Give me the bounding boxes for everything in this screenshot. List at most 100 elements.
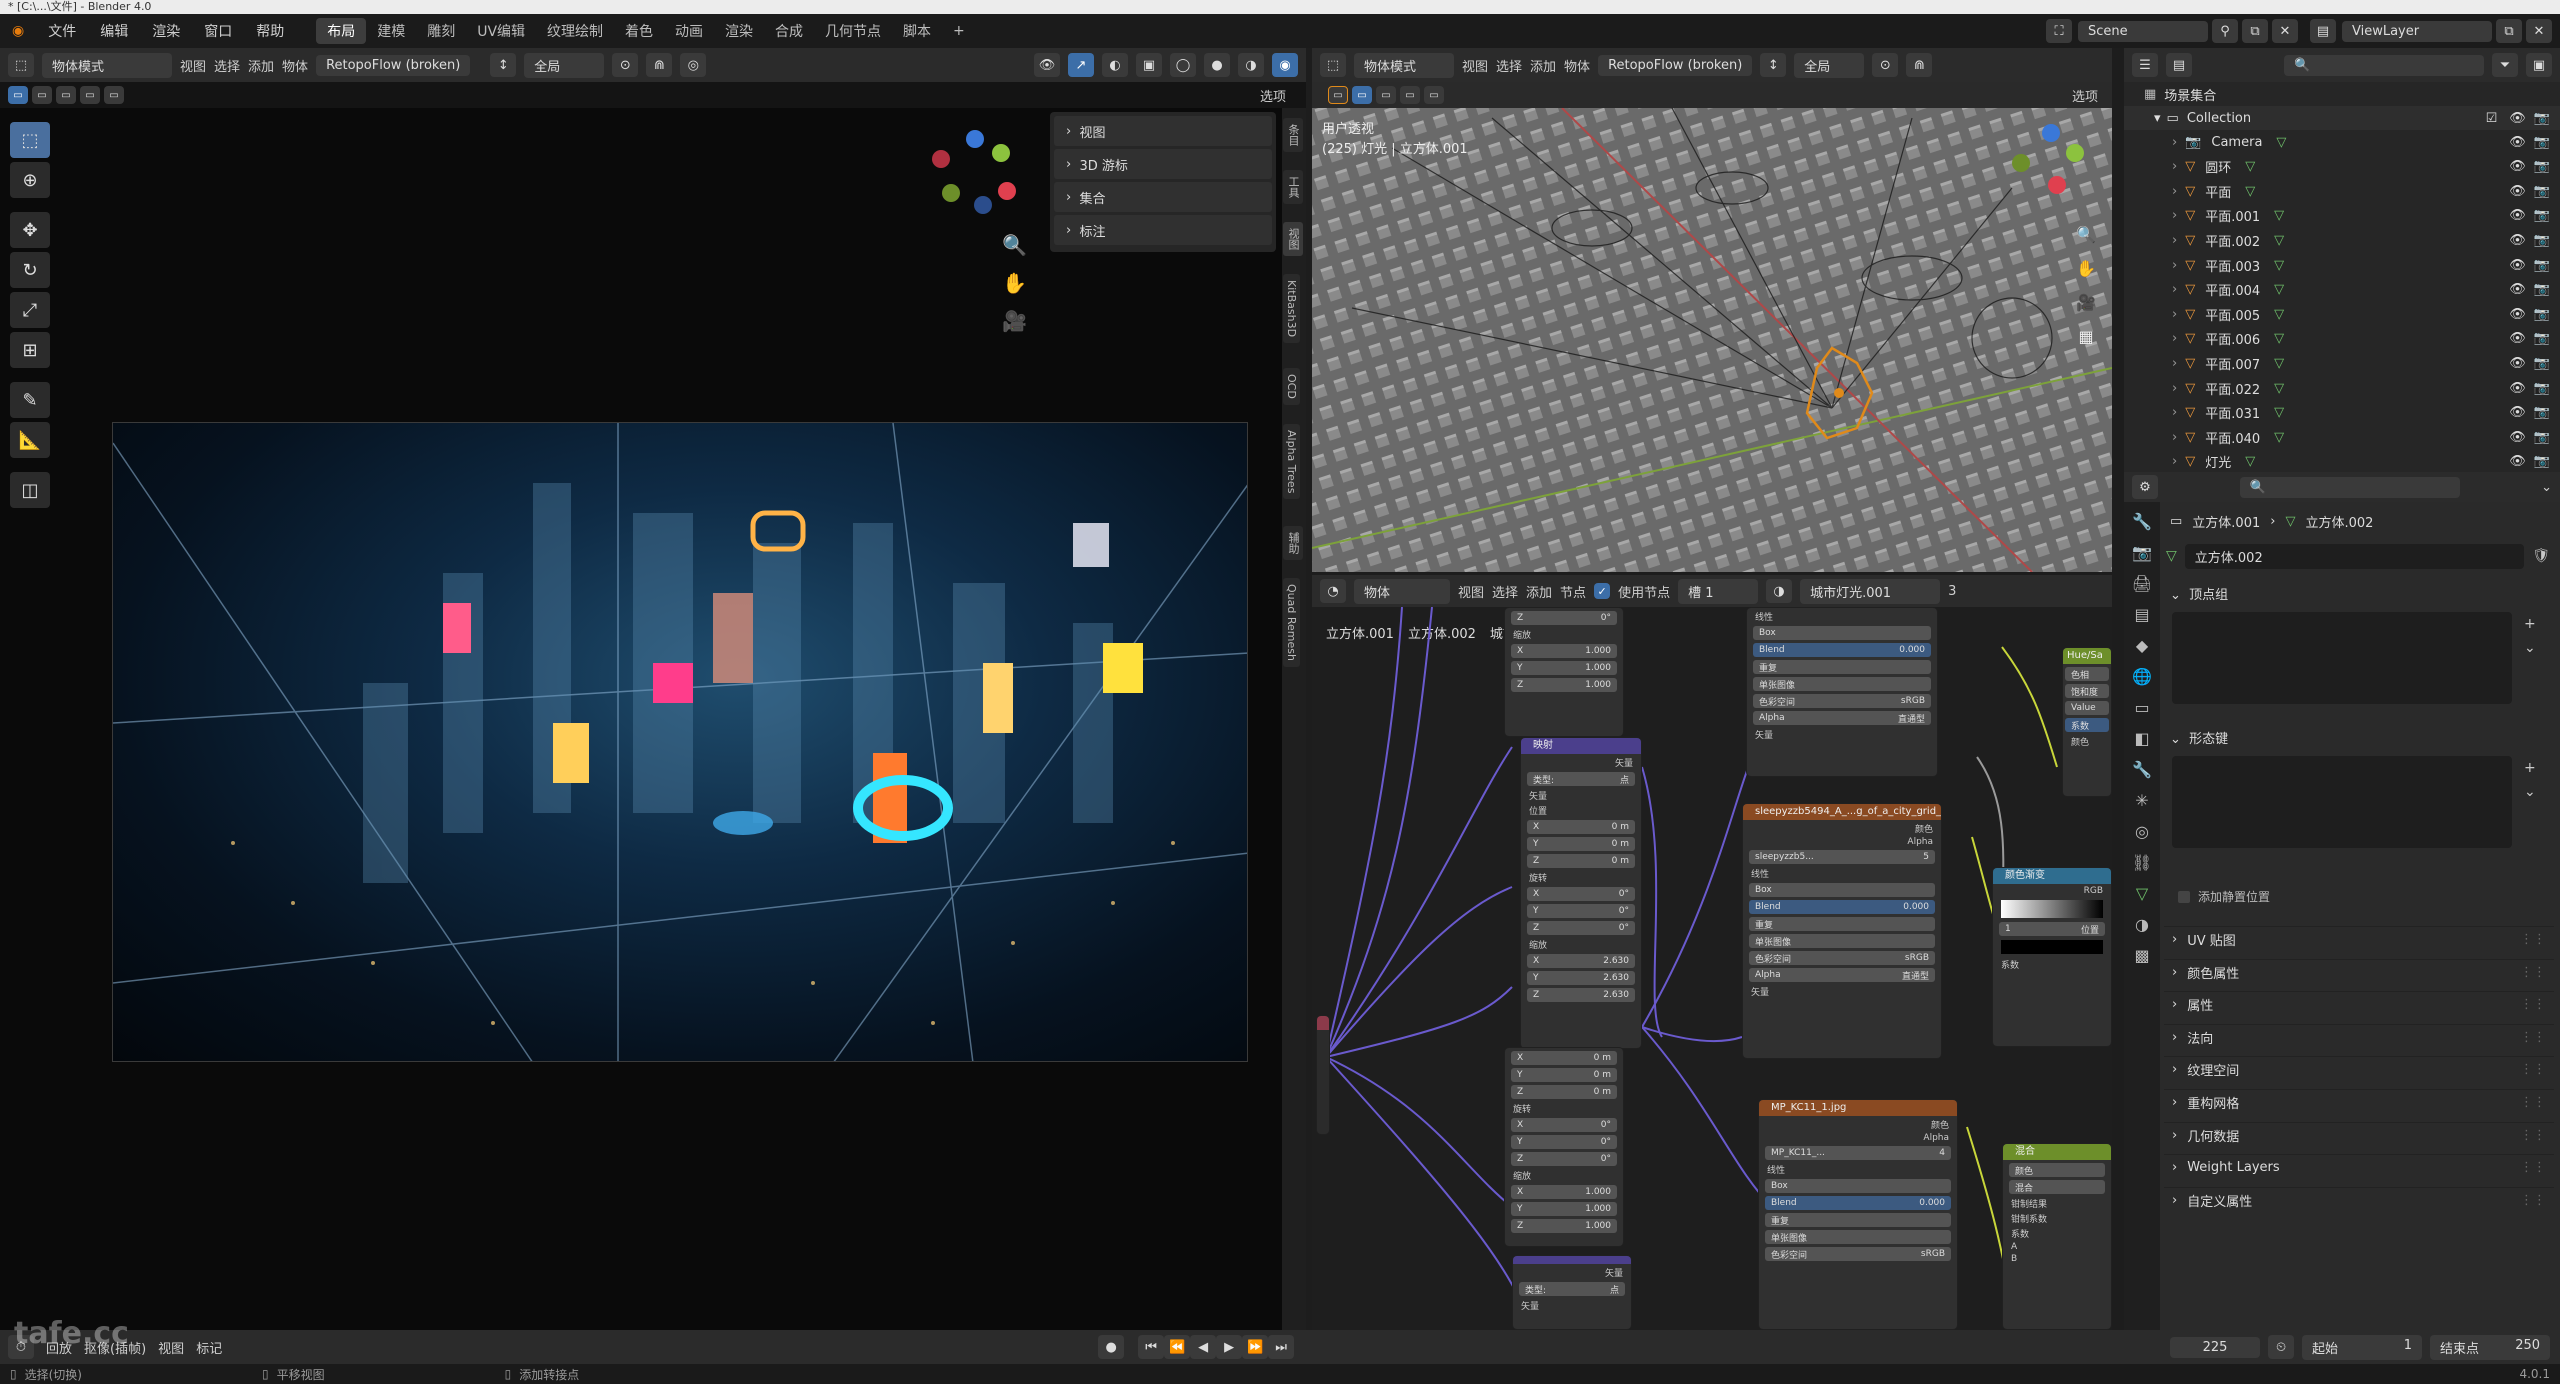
camera-restrict-icon[interactable]: 📷 — [2534, 233, 2550, 248]
eye-icon[interactable]: 👁 — [2509, 454, 2526, 469]
drag-handle-icon[interactable]: ⋮⋮ — [2520, 1095, 2546, 1110]
loc-y[interactable]: Y0 m — [1527, 837, 1635, 851]
source-dropdown[interactable]: 单张图像 — [1753, 677, 1931, 691]
expand-icon[interactable]: › — [2172, 159, 2177, 174]
fake-user-icon[interactable]: 🛡 — [2532, 548, 2550, 564]
scale-y[interactable]: Y 1.000 — [1511, 1202, 1617, 1216]
drag-handle-icon[interactable]: ⋮⋮ — [2520, 965, 2546, 980]
tab-item[interactable]: 条目 — [1283, 118, 1303, 152]
menu-help[interactable]: 帮助 — [244, 21, 296, 41]
outliner-item[interactable]: › ▽ 平面.022 ▽ 👁 📷 — [2124, 376, 2560, 400]
shader-node-editor[interactable]: 立方体.001 立方体.002 城市灯光.001 Z0° 缩放 X1.000 Y… — [1312, 607, 2112, 1330]
properties-section[interactable]: › 重构网格 ⋮⋮ — [2164, 1089, 2554, 1115]
expand-icon[interactable]: › — [2172, 356, 2177, 371]
fac-field[interactable]: 系数 — [2065, 718, 2109, 732]
modifier-tab-icon[interactable]: 🔧 — [2132, 760, 2152, 779]
play-icon[interactable]: ▶ — [1216, 1335, 1243, 1359]
outliner-search-field[interactable]: 🔍 — [2284, 54, 2484, 76]
eye-icon[interactable]: 👁 — [2509, 356, 2526, 371]
relative-checkbox-row[interactable]: 添加静置位置 — [2178, 888, 2270, 905]
outliner-item[interactable]: › ▽ 平面.007 ▽ 👁 📷 — [2124, 351, 2560, 375]
view-layer-tab-icon[interactable]: ▤ — [2134, 605, 2149, 624]
physics-tab-icon[interactable]: ◎ — [2135, 822, 2149, 841]
properties-section[interactable]: › UV 贴图 ⋮⋮ — [2164, 926, 2554, 952]
value-field[interactable]: Value — [2065, 701, 2109, 715]
jump-end-icon[interactable]: ⏭ — [1268, 1335, 1295, 1359]
scale-y[interactable]: Y 2.630 — [1527, 971, 1635, 985]
field-z[interactable]: Z 1.000 — [1511, 678, 1617, 692]
eye-icon[interactable]: 👁 — [2509, 208, 2526, 223]
gizmo-icon[interactable]: ↗ — [1068, 53, 1094, 77]
projection-dropdown[interactable]: Box — [1753, 626, 1931, 640]
projection-dropdown[interactable]: Box — [1765, 1179, 1951, 1193]
overlay-icon[interactable]: ◐ — [1102, 53, 1128, 77]
mesh-data-icon[interactable]: ▽ — [2245, 184, 2255, 199]
workspace-tab-rendering[interactable]: 渲染 — [714, 18, 764, 44]
loc-x[interactable]: X0 m — [1527, 820, 1635, 834]
select-mode-icon[interactable]: ▭ — [1328, 86, 1348, 104]
material-users-count[interactable]: 3 — [1948, 584, 1956, 599]
mix-node-header[interactable]: 混合 — [2003, 1144, 2111, 1160]
eye-icon[interactable]: 👁 — [2509, 282, 2526, 297]
mesh-data-icon[interactable]: ▽ — [2274, 331, 2284, 346]
outliner-item[interactable]: › ▽ 平面.002 ▽ 👁 📷 — [2124, 228, 2560, 252]
menu-object[interactable]: 物体 — [1564, 56, 1590, 75]
menu-select[interactable]: 选择 — [1492, 582, 1518, 601]
display-mode-icon[interactable]: ▤ — [2166, 53, 2192, 77]
field-z[interactable]: Z 0° — [1511, 611, 1617, 625]
add-vertex-group-icon[interactable]: + — [2524, 612, 2536, 636]
image-datablock[interactable]: sleepyzzb5... 5 — [1749, 850, 1935, 864]
blend-field[interactable]: Blend 0.000 — [1765, 1196, 1951, 1210]
mesh-data-icon[interactable]: ▽ — [2274, 381, 2284, 396]
tab-view[interactable]: 视图 — [1283, 222, 1303, 256]
extension-dropdown[interactable]: 重复 — [1765, 1213, 1951, 1227]
world-tab-icon[interactable]: 🌐 — [2132, 667, 2152, 686]
expand-icon[interactable]: › — [2172, 258, 2177, 273]
eye-icon[interactable]: 👁 — [2509, 430, 2526, 445]
frame-start-field[interactable]: 起始 1 — [2302, 1334, 2423, 1360]
blend-field[interactable]: Blend 0.000 — [1749, 900, 1935, 914]
current-frame-field[interactable]: 225 — [2170, 1336, 2261, 1358]
visibility-icon[interactable]: 👁 — [1034, 53, 1060, 77]
expand-icon[interactable]: › — [2172, 405, 2177, 420]
tab-ocd[interactable]: OCD — [1283, 368, 1300, 405]
scale-x[interactable]: X 2.630 — [1527, 954, 1635, 968]
outliner-collection[interactable]: ▾ ▭ Collection ☑ 👁 📷 — [2124, 106, 2560, 130]
workspace-tab-geometry-nodes[interactable]: 几何节点 — [814, 18, 892, 44]
mesh-data-icon[interactable]: ▽ — [2274, 282, 2284, 297]
outliner-item[interactable]: › ▽ 平面.006 ▽ 👁 📷 — [2124, 327, 2560, 351]
color-ramp-header[interactable]: 颜色渐变 — [1993, 868, 2111, 884]
move-tool-icon[interactable]: ✥ — [10, 212, 50, 248]
clamp-factor[interactable]: 钳制系数 — [2011, 1212, 2103, 1225]
menu-add[interactable]: 添加 — [1526, 582, 1552, 601]
add-cube-tool-icon[interactable]: ◫ — [10, 472, 50, 508]
annotate-tool-icon[interactable]: ✎ — [10, 382, 50, 418]
ramp-mode[interactable]: RGB — [2001, 886, 2103, 896]
mesh-data-icon[interactable]: ▽ — [2274, 356, 2284, 371]
image-texture-node-2[interactable]: MP_KC11_1.jpg 颜色 Alpha MP_KC11_... 4 线性 B… — [1758, 1099, 1958, 1330]
next-keyframe-icon[interactable]: ⏩ — [1242, 1335, 1269, 1359]
mesh-data-icon[interactable]: ▽ — [2245, 159, 2255, 174]
eye-icon[interactable]: 👁 — [2509, 111, 2526, 126]
retopoflow-menu[interactable]: RetopoFlow (broken) — [316, 54, 471, 76]
navigation-gizmo[interactable] — [2012, 124, 2092, 204]
saturation-field[interactable]: 饱和度 — [2065, 684, 2109, 698]
workspace-tab-texture-paint[interactable]: 纹理绘制 — [536, 18, 614, 44]
outliner-root[interactable]: ▦ 场景集合 — [2124, 82, 2560, 106]
select-extend-icon[interactable]: ▭ — [1376, 86, 1396, 104]
zoom-icon[interactable]: 🔍 — [2074, 218, 2098, 252]
tool-tab-icon[interactable]: 🔧 — [2132, 512, 2152, 531]
play-reverse-icon[interactable]: ◀ — [1190, 1335, 1217, 1359]
menu-render[interactable]: 渲染 — [140, 21, 192, 41]
image-texture-2-header[interactable]: MP_KC11_1.jpg — [1759, 1100, 1957, 1116]
extension-dropdown[interactable]: 重复 — [1749, 917, 1935, 931]
camera-restrict-icon[interactable]: 📷 — [2534, 135, 2550, 150]
expand-icon[interactable]: › — [2172, 331, 2177, 346]
filter-icon[interactable]: ⏷ — [2492, 53, 2518, 77]
expand-icon[interactable]: › — [2172, 208, 2177, 223]
mesh-icon[interactable]: ▽ — [2166, 548, 2177, 564]
drag-handle-icon[interactable]: ⋮⋮ — [2520, 1030, 2546, 1045]
outliner-item[interactable]: › ▽ 平面.001 ▽ 👁 📷 — [2124, 204, 2560, 228]
loc-y[interactable]: Y0 m — [1511, 1068, 1617, 1082]
delete-view-layer-icon[interactable]: ✕ — [2526, 19, 2552, 43]
